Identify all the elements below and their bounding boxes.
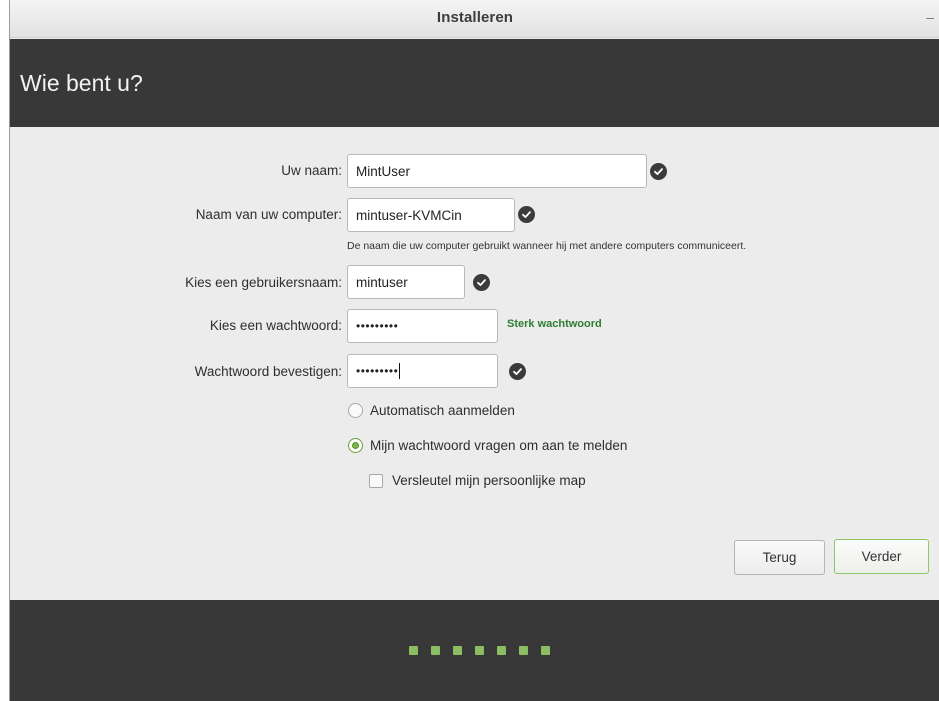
- computer-name-hint: De naam die uw computer gebruikt wanneer…: [347, 240, 747, 252]
- name-label: Uw naam:: [281, 163, 342, 178]
- page-title: Wie bent u?: [20, 70, 143, 96]
- name-input[interactable]: MintUser: [347, 154, 647, 188]
- next-button[interactable]: Verder: [834, 539, 929, 574]
- progress-step: [519, 646, 528, 655]
- encrypt-home-option[interactable]: Versleutel mijn persoonlijke map: [369, 473, 586, 488]
- minimize-button[interactable]: –: [926, 9, 934, 25]
- require-password-label: Mijn wachtwoord vragen om aan te melden: [370, 438, 628, 453]
- progress-indicator: [409, 646, 550, 655]
- title-bar: Installeren –: [10, 0, 939, 38]
- radio-icon[interactable]: [348, 403, 363, 418]
- check-circle-icon: [518, 206, 535, 223]
- computer-label: Naam van uw computer:: [195, 207, 342, 222]
- progress-step: [497, 646, 506, 655]
- password-value: •••••••••: [356, 319, 399, 333]
- text-cursor: [399, 363, 401, 379]
- radio-selected-dot: [352, 442, 359, 449]
- installer-window: Installeren – Wie bent u? Uw naam: MintU…: [9, 0, 939, 701]
- auto-login-label: Automatisch aanmelden: [370, 403, 515, 418]
- username-label: Kies een gebruikersnaam:: [185, 275, 342, 290]
- progress-step: [453, 646, 462, 655]
- password-input[interactable]: •••••••••: [347, 309, 498, 343]
- computer-name-input[interactable]: mintuser-KVMCin: [347, 198, 515, 232]
- progress-footer: [10, 600, 939, 701]
- window-title: Installeren: [436, 9, 514, 26]
- confirm-password-input[interactable]: •••••••••: [347, 354, 498, 388]
- progress-step: [431, 646, 440, 655]
- username-input[interactable]: mintuser: [347, 265, 465, 299]
- check-circle-icon: [650, 163, 667, 180]
- encrypt-home-label: Versleutel mijn persoonlijke map: [392, 473, 586, 488]
- radio-icon[interactable]: [348, 438, 363, 453]
- progress-step: [475, 646, 484, 655]
- password-label: Kies een wachtwoord:: [209, 318, 342, 333]
- progress-step: [409, 646, 418, 655]
- check-circle-icon: [509, 363, 526, 380]
- checkbox-icon[interactable]: [369, 473, 383, 488]
- username-value: mintuser: [356, 274, 408, 290]
- progress-step: [541, 646, 550, 655]
- check-circle-icon: [473, 274, 490, 291]
- computer-name-value: mintuser-KVMCin: [356, 207, 462, 223]
- confirm-label: Wachtwoord bevestigen:: [194, 364, 342, 379]
- name-input-value: MintUser: [356, 163, 411, 179]
- back-button[interactable]: Terug: [734, 540, 825, 575]
- password-strength-label: Sterk wachtwoord: [507, 318, 602, 330]
- require-password-option[interactable]: Mijn wachtwoord vragen om aan te melden: [348, 438, 627, 453]
- auto-login-option[interactable]: Automatisch aanmelden: [348, 403, 515, 418]
- confirm-password-value: •••••••••: [356, 364, 399, 378]
- page-header: Wie bent u?: [10, 39, 939, 127]
